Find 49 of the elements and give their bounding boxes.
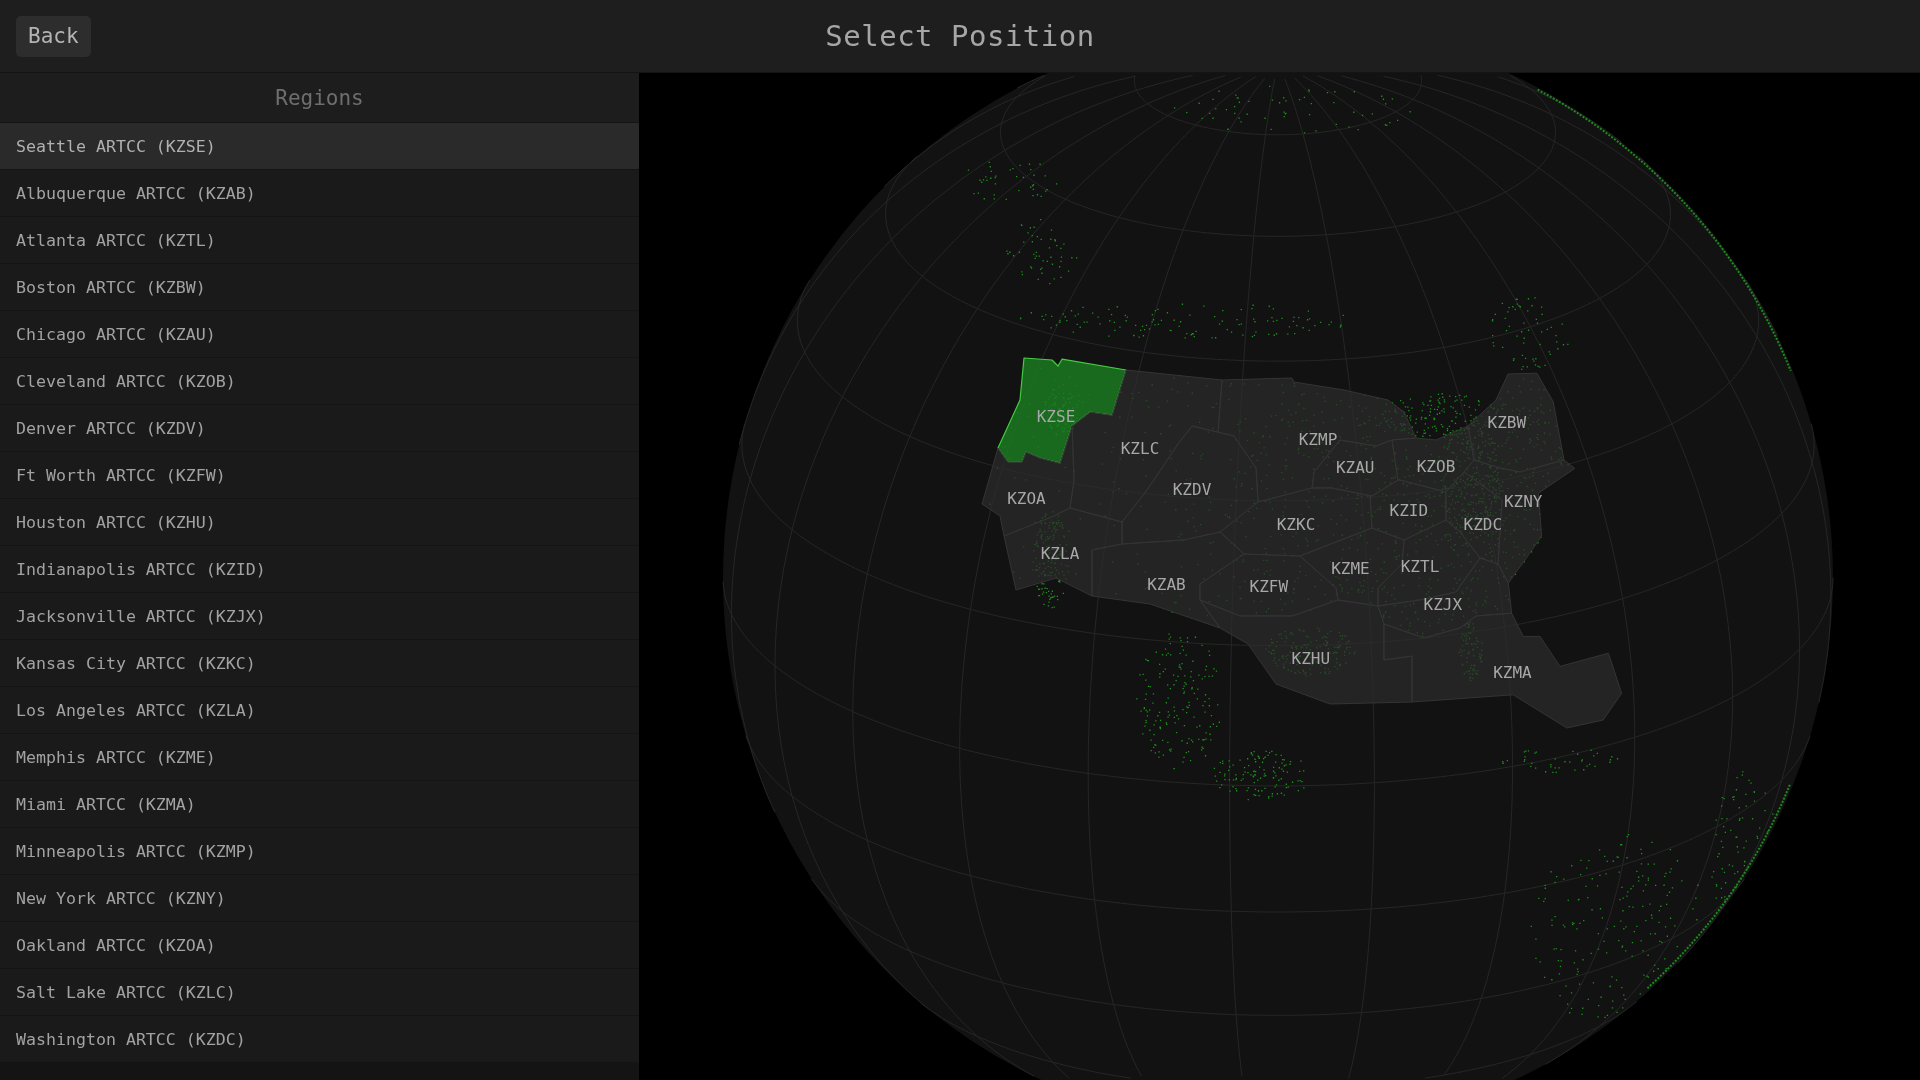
region-label: KZKC: [1276, 514, 1316, 534]
region-list-item[interactable]: Miami ARTCC (KZMA): [0, 781, 639, 828]
region-list-item[interactable]: Kansas City ARTCC (KZKC): [0, 640, 639, 687]
region-list-item[interactable]: Minneapolis ARTCC (KZMP): [0, 828, 639, 875]
regions-heading: Regions: [0, 73, 639, 123]
region-list-item[interactable]: New York ARTCC (KZNY): [0, 875, 639, 922]
region-label: KZFW: [1249, 576, 1289, 596]
region-label: KZTL: [1400, 556, 1440, 576]
region-label: KZBW: [1487, 413, 1527, 433]
region-label: KZLC: [1120, 438, 1160, 458]
airspace-region[interactable]: [1391, 425, 1475, 493]
airspace-region[interactable]: [1467, 372, 1565, 473]
region-list-item[interactable]: Memphis ARTCC (KZME): [0, 734, 639, 781]
airspace-region[interactable]: [1445, 471, 1503, 565]
region-list-item[interactable]: Boston ARTCC (KZBW): [0, 264, 639, 311]
back-button[interactable]: Back: [16, 15, 91, 57]
region-label: KZID: [1389, 500, 1429, 520]
region-label: KZLA: [1040, 543, 1080, 563]
region-label: KZOB: [1416, 456, 1456, 476]
region-label: KZSE: [1036, 406, 1076, 426]
region-list-item[interactable]: Jacksonville ARTCC (KZJX): [0, 593, 639, 640]
region-label: KZME: [1331, 559, 1370, 579]
region-list-item[interactable]: Los Angeles ARTCC (KZLA): [0, 687, 639, 734]
region-label: KZDV: [1172, 480, 1212, 500]
region-label: KZMA: [1493, 662, 1532, 682]
region-list-item[interactable]: Chicago ARTCC (KZAU): [0, 311, 639, 358]
region-label: KZDC: [1463, 514, 1503, 534]
region-label: KZHU: [1291, 648, 1331, 668]
region-list-item[interactable]: Cleveland ARTCC (KZOB): [0, 358, 639, 405]
region-label: KZAB: [1147, 574, 1186, 594]
region-label: KZMP: [1298, 429, 1338, 449]
region-list-item[interactable]: Ft Worth ARTCC (KZFW): [0, 452, 639, 499]
airspace-region[interactable]: [981, 425, 1075, 537]
region-list-item[interactable]: Indianapolis ARTCC (KZID): [0, 546, 639, 593]
region-list-item[interactable]: Albuquerque ARTCC (KZAB): [0, 170, 639, 217]
page-title: Select Position: [825, 19, 1095, 53]
region-label: KZNY: [1503, 491, 1543, 511]
region-list-item[interactable]: Denver ARTCC (KZDV): [0, 405, 639, 452]
airspace-region[interactable]: [1463, 459, 1576, 584]
region-list-item[interactable]: Atlanta ARTCC (KZTL): [0, 217, 639, 264]
region-label: KZAU: [1335, 457, 1375, 477]
region-list-item[interactable]: Washington ARTCC (KZDC): [0, 1016, 639, 1063]
region-list-item[interactable]: Seattle ARTCC (KZSE): [0, 123, 639, 170]
region-list-item[interactable]: Houston ARTCC (KZHU): [0, 499, 639, 546]
region-list-item[interactable]: Salt Lake ARTCC (KZLC): [0, 969, 639, 1016]
region-label: KZOA: [1007, 488, 1046, 508]
region-list-item[interactable]: Oakland ARTCC (KZOA): [0, 922, 639, 969]
region-label: KZJX: [1423, 595, 1463, 615]
airspace-region[interactable]: [1377, 557, 1513, 639]
